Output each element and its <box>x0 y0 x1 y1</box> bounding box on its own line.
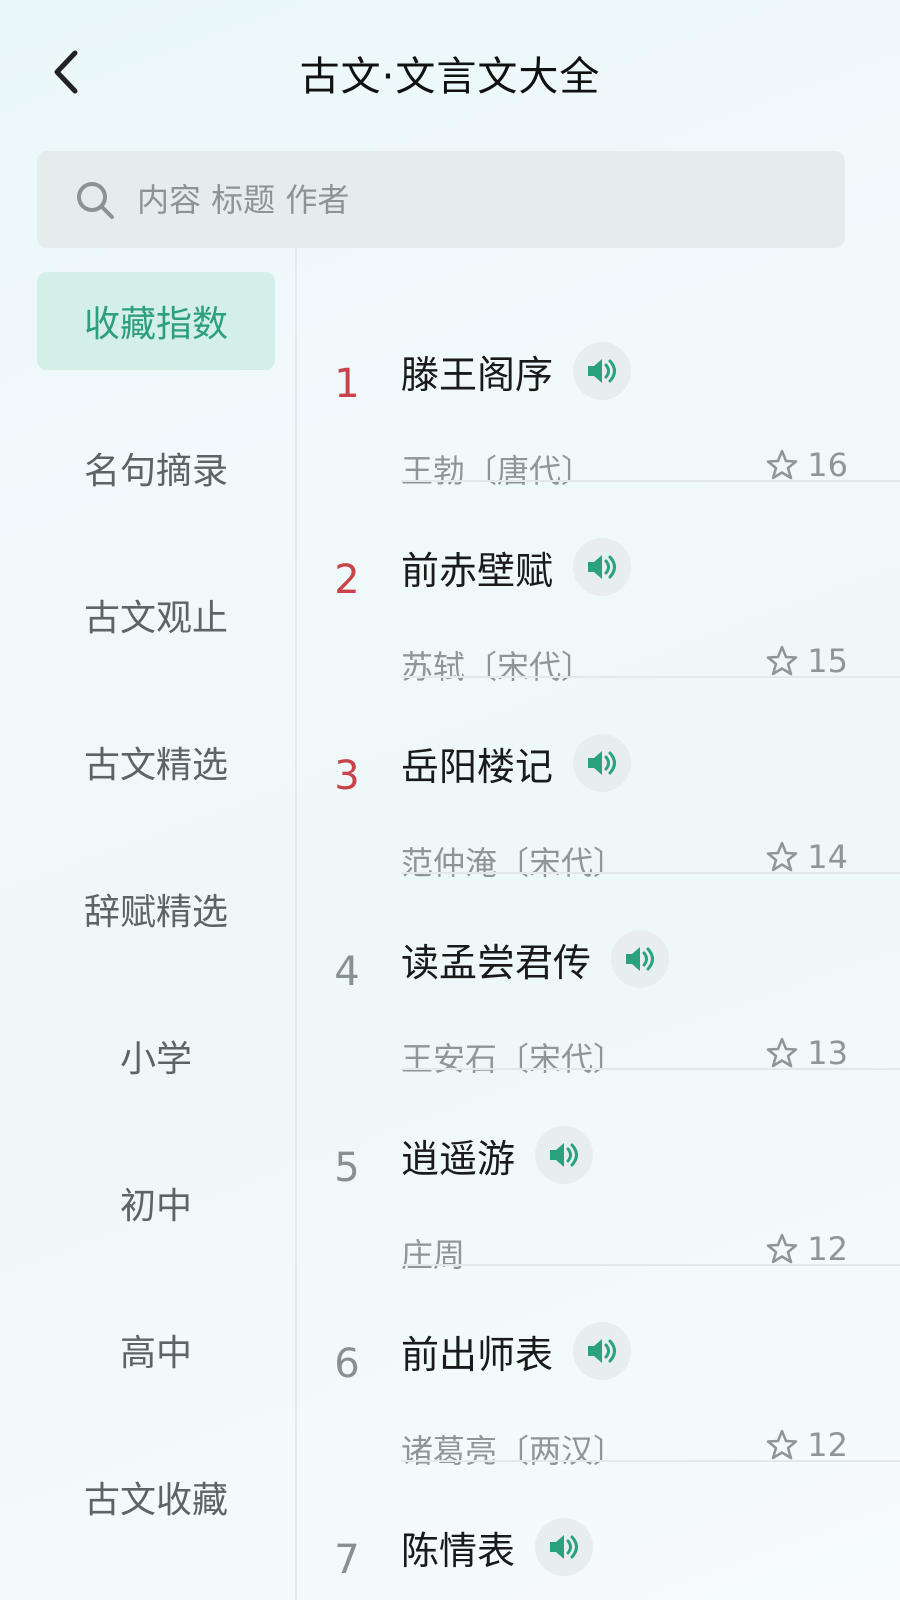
search-bar[interactable] <box>37 151 845 248</box>
poem-title: 滕王阁序 <box>401 352 554 397</box>
sidebar-item-famous-quotes[interactable]: 名句摘录 <box>37 419 275 517</box>
favorite-count: 16 <box>765 446 848 484</box>
rank-number: 4 <box>334 949 360 995</box>
favorite-count: 12 <box>765 1426 848 1464</box>
sidebar-item-guwen-collection[interactable]: 古文收藏 <box>37 1448 275 1546</box>
sidebar-item-guwen-guanzhi[interactable]: 古文观止 <box>37 566 275 664</box>
star-icon <box>767 1037 798 1068</box>
header: 古文·文言文大全 <box>0 0 900 145</box>
rank-number: 7 <box>334 1537 360 1583</box>
speaker-icon <box>626 947 655 971</box>
poem-title: 前出师表 <box>401 1332 554 1377</box>
speaker-icon <box>588 555 617 579</box>
play-audio-button[interactable] <box>535 1126 594 1184</box>
speaker-icon <box>588 1339 617 1363</box>
poem-title: 读孟尝君传 <box>401 940 592 985</box>
rank-number: 1 <box>334 361 360 407</box>
star-icon <box>767 449 798 480</box>
rank-number: 2 <box>334 557 360 603</box>
star-icon <box>767 1233 798 1264</box>
list-item[interactable]: 2 前赤壁赋 苏轼〔宋代〕 15 <box>297 482 900 686</box>
speaker-icon <box>550 1535 579 1559</box>
sidebar-item-middle-school[interactable]: 初中 <box>37 1154 275 1252</box>
play-audio-button[interactable] <box>573 1322 632 1380</box>
play-audio-button[interactable] <box>573 342 632 400</box>
list-item[interactable]: 7 陈情表 <box>297 1462 900 1600</box>
play-audio-button[interactable] <box>573 538 632 596</box>
sidebar-item-guwen-selected[interactable]: 古文精选 <box>37 713 275 811</box>
poem-title: 岳阳楼记 <box>401 744 554 789</box>
poem-title: 前赤壁赋 <box>401 548 554 593</box>
sidebar-item-favorites-index[interactable]: 收藏指数 <box>37 272 275 370</box>
play-audio-button[interactable] <box>535 1518 594 1576</box>
speaker-icon <box>588 359 617 383</box>
favorite-count: 15 <box>765 642 848 680</box>
search-input[interactable] <box>137 180 787 219</box>
play-audio-button[interactable] <box>611 930 670 988</box>
speaker-icon <box>588 751 617 775</box>
poem-title: 陈情表 <box>401 1528 516 1573</box>
poem-list: 1 滕王阁序 王勃〔唐代〕 16 2 前赤壁赋 苏轼〔宋代〕 15 3 岳阳楼记… <box>297 248 900 1600</box>
sidebar-item-high-school[interactable]: 高中 <box>37 1301 275 1399</box>
star-icon <box>767 645 798 676</box>
sidebar-item-primary-school[interactable]: 小学 <box>37 1007 275 1105</box>
rank-number: 5 <box>334 1145 360 1191</box>
favorite-count: 12 <box>765 1230 848 1268</box>
list-item[interactable]: 4 读孟尝君传 王安石〔宋代〕 13 <box>297 874 900 1078</box>
list-item[interactable]: 1 滕王阁序 王勃〔唐代〕 16 <box>297 286 900 490</box>
rank-number: 3 <box>334 753 360 799</box>
rank-number: 6 <box>334 1341 360 1387</box>
poem-title: 逍遥游 <box>401 1136 516 1181</box>
list-item[interactable]: 3 岳阳楼记 范仲淹〔宋代〕 14 <box>297 678 900 882</box>
play-audio-button[interactable] <box>573 734 632 792</box>
search-icon <box>77 181 114 219</box>
list-item[interactable]: 5 逍遥游 庄周 12 <box>297 1070 900 1274</box>
speaker-icon <box>550 1143 579 1167</box>
category-sidebar: 收藏指数 名句摘录 古文观止 古文精选 辞赋精选 小学 初中 高中 古文收藏 <box>0 248 296 1600</box>
sidebar-item-cifu-selected[interactable]: 辞赋精选 <box>37 860 275 958</box>
star-icon <box>767 841 798 872</box>
favorite-count: 13 <box>765 1034 848 1072</box>
page-title: 古文·文言文大全 <box>299 54 601 100</box>
list-item[interactable]: 6 前出师表 诸葛亮〔两汉〕 12 <box>297 1266 900 1470</box>
star-icon <box>767 1429 798 1460</box>
favorite-count: 14 <box>765 838 848 876</box>
